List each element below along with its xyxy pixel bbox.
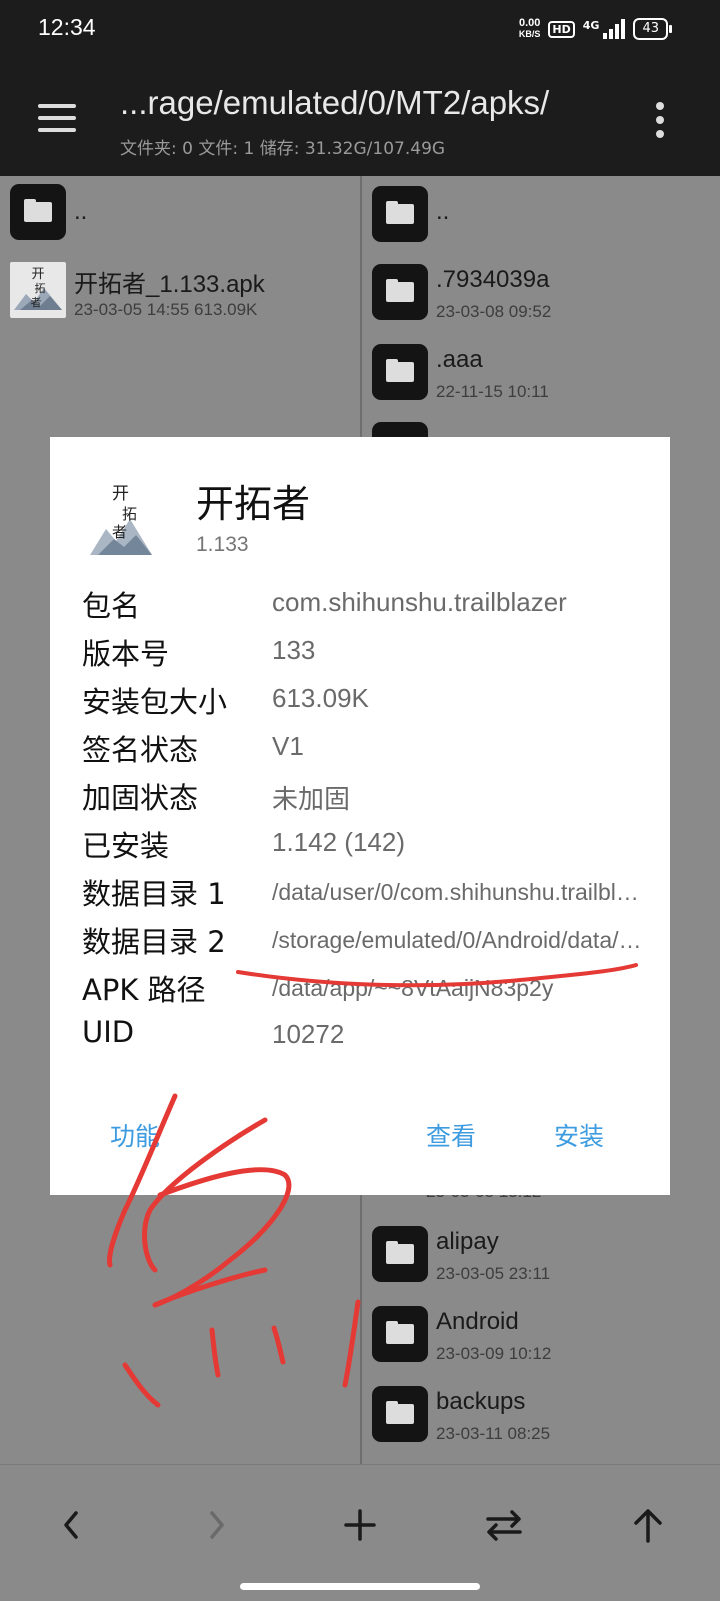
info-value[interactable]: V1 [272, 731, 642, 762]
battery-level: 43 [642, 21, 659, 36]
app-toolbar: ...rage/emulated/0/MT2/apks/ 文件夹: 0 文件: … [0, 62, 720, 176]
current-path: ...rage/emulated/0/MT2/apks/ [120, 84, 550, 121]
file-name: .. [436, 198, 450, 225]
apk-info-dialog: 开 拓 者 开拓者 1.133 包名 com.shihunshu.trailbl… [50, 437, 670, 1195]
file-name: .aaa [436, 346, 483, 373]
info-value[interactable]: 未加固 [272, 779, 642, 816]
file-name: Android [436, 1308, 519, 1335]
menu-icon[interactable] [38, 104, 76, 134]
more-options-icon[interactable] [656, 102, 664, 144]
list-item[interactable]: .. [362, 186, 720, 266]
folder-icon [372, 1386, 428, 1442]
list-item[interactable]: 开 拓 者 开拓者_1.133.apk 23-03-05 14:55 613.0… [0, 262, 360, 342]
info-value[interactable]: 10272 [272, 1019, 642, 1050]
info-key: 已安装 [82, 829, 170, 863]
info-key: 数据目录 2 [82, 925, 226, 959]
file-name: alipay [436, 1228, 499, 1255]
info-row-data-dir-2: 数据目录 2 /storage/emulated/0/Android/data/… [82, 919, 642, 965]
chevron-right-icon[interactable] [186, 1495, 246, 1555]
plus-icon[interactable] [330, 1495, 390, 1555]
list-item[interactable]: .. [0, 184, 360, 264]
file-name: backups [436, 1388, 526, 1415]
app-name: 开拓者 [196, 482, 311, 526]
info-row-data-dir-1: 数据目录 1 /data/user/0/com.shihunshu.trailb… [82, 871, 642, 917]
file-meta: 23-03-05 14:55 613.09K [74, 300, 258, 319]
file-meta: 23-03-05 23:11 [436, 1264, 551, 1283]
info-key: 安装包大小 [82, 685, 228, 719]
list-item[interactable]: backups 23-03-11 08:25 [362, 1386, 720, 1464]
folder-icon [372, 186, 428, 242]
bottom-toolbar [0, 1464, 720, 1601]
folder-icon [372, 1306, 428, 1362]
svg-text:者: 者 [112, 523, 127, 541]
info-row-size: 安装包大小 613.09K [82, 679, 642, 725]
app-icon: 开 拓 者 [86, 471, 156, 561]
list-item[interactable]: alipay 23-03-05 23:11 [362, 1226, 720, 1306]
file-meta: 22-11-15 10:11 [436, 382, 549, 401]
info-key: 数据目录 1 [82, 877, 226, 911]
info-row-package: 包名 com.shihunshu.trailblazer [82, 583, 642, 629]
view-button[interactable]: 查看 [426, 1117, 476, 1153]
info-key: APK 路径 [82, 973, 206, 1007]
file-meta: 23-03-11 08:25 [436, 1424, 551, 1443]
svg-text:拓: 拓 [35, 281, 46, 295]
apk-icon: 开 拓 者 [10, 262, 66, 318]
svg-text:开: 开 [31, 267, 44, 282]
info-value[interactable]: /data/user/0/com.shihunshu.trailblazer [272, 879, 642, 906]
folder-icon [372, 264, 428, 320]
network-type: 4G [582, 19, 600, 32]
list-item[interactable]: Android 23-03-09 10:12 [362, 1306, 720, 1386]
svg-text:拓: 拓 [122, 505, 137, 523]
folder-summary: 文件夹: 0 文件: 1 储存: 31.32G/107.49G [120, 139, 446, 159]
info-row-signature: 签名状态 V1 [82, 727, 642, 773]
info-value[interactable]: 1.142 (142) [272, 827, 642, 858]
info-key: 包名 [82, 589, 141, 623]
folder-icon [10, 184, 66, 240]
arrow-up-icon[interactable] [618, 1495, 678, 1555]
info-value[interactable]: 613.09K [272, 683, 642, 714]
file-name: .7934039a [436, 266, 550, 293]
info-value[interactable]: com.shihunshu.trailblazer [272, 587, 642, 618]
info-key: 签名状态 [82, 733, 199, 767]
status-bar: 12:34 0.00 KB/S HD 4G 43 [0, 0, 720, 62]
svg-text:者: 者 [31, 296, 42, 309]
home-indicator[interactable] [240, 1583, 480, 1590]
function-button[interactable]: 功能 [110, 1117, 160, 1153]
svg-text:开: 开 [112, 484, 129, 504]
info-value[interactable]: /data/app/~~8VtAaijN83p2y [272, 975, 642, 1002]
net-speed-unit: KB/S [518, 29, 541, 39]
list-item[interactable]: .aaa 22-11-15 10:11 [362, 344, 720, 424]
info-row-version-code: 版本号 133 [82, 631, 642, 677]
list-item[interactable]: .7934039a 23-03-08 09:52 [362, 264, 720, 344]
folder-icon [372, 1226, 428, 1282]
clock: 12:34 [38, 14, 96, 40]
file-meta: 23-03-09 10:12 [436, 1344, 552, 1363]
info-key: 版本号 [82, 637, 170, 671]
info-row-hardening: 加固状态 未加固 [82, 775, 642, 821]
info-value[interactable]: 133 [272, 635, 642, 666]
file-name: .. [74, 198, 88, 225]
file-meta: 23-03-08 09:52 [436, 302, 552, 321]
app-version: 1.133 [196, 533, 249, 556]
info-value[interactable]: /storage/emulated/0/Android/data/com.shi… [272, 927, 642, 954]
chevron-left-icon[interactable] [42, 1495, 102, 1555]
file-name: 开拓者_1.133.apk [74, 271, 265, 298]
info-row-installed: 已安装 1.142 (142) [82, 823, 642, 869]
install-button[interactable]: 安装 [554, 1117, 604, 1153]
hd-badge: HD [548, 20, 575, 38]
folder-icon [372, 344, 428, 400]
info-row-uid: UID 10272 [82, 1015, 642, 1061]
net-speed-value: 0.00 [518, 17, 541, 29]
info-row-apk-path: APK 路径 /data/app/~~8VtAaijN83p2y [82, 967, 642, 1013]
net-speed: 0.00 KB/S [519, 18, 541, 40]
info-key: UID [82, 1015, 135, 1049]
battery-icon: 43 [633, 18, 672, 40]
info-key: 加固状态 [82, 781, 199, 815]
swap-icon[interactable] [474, 1495, 534, 1555]
signal-icon [603, 19, 626, 39]
